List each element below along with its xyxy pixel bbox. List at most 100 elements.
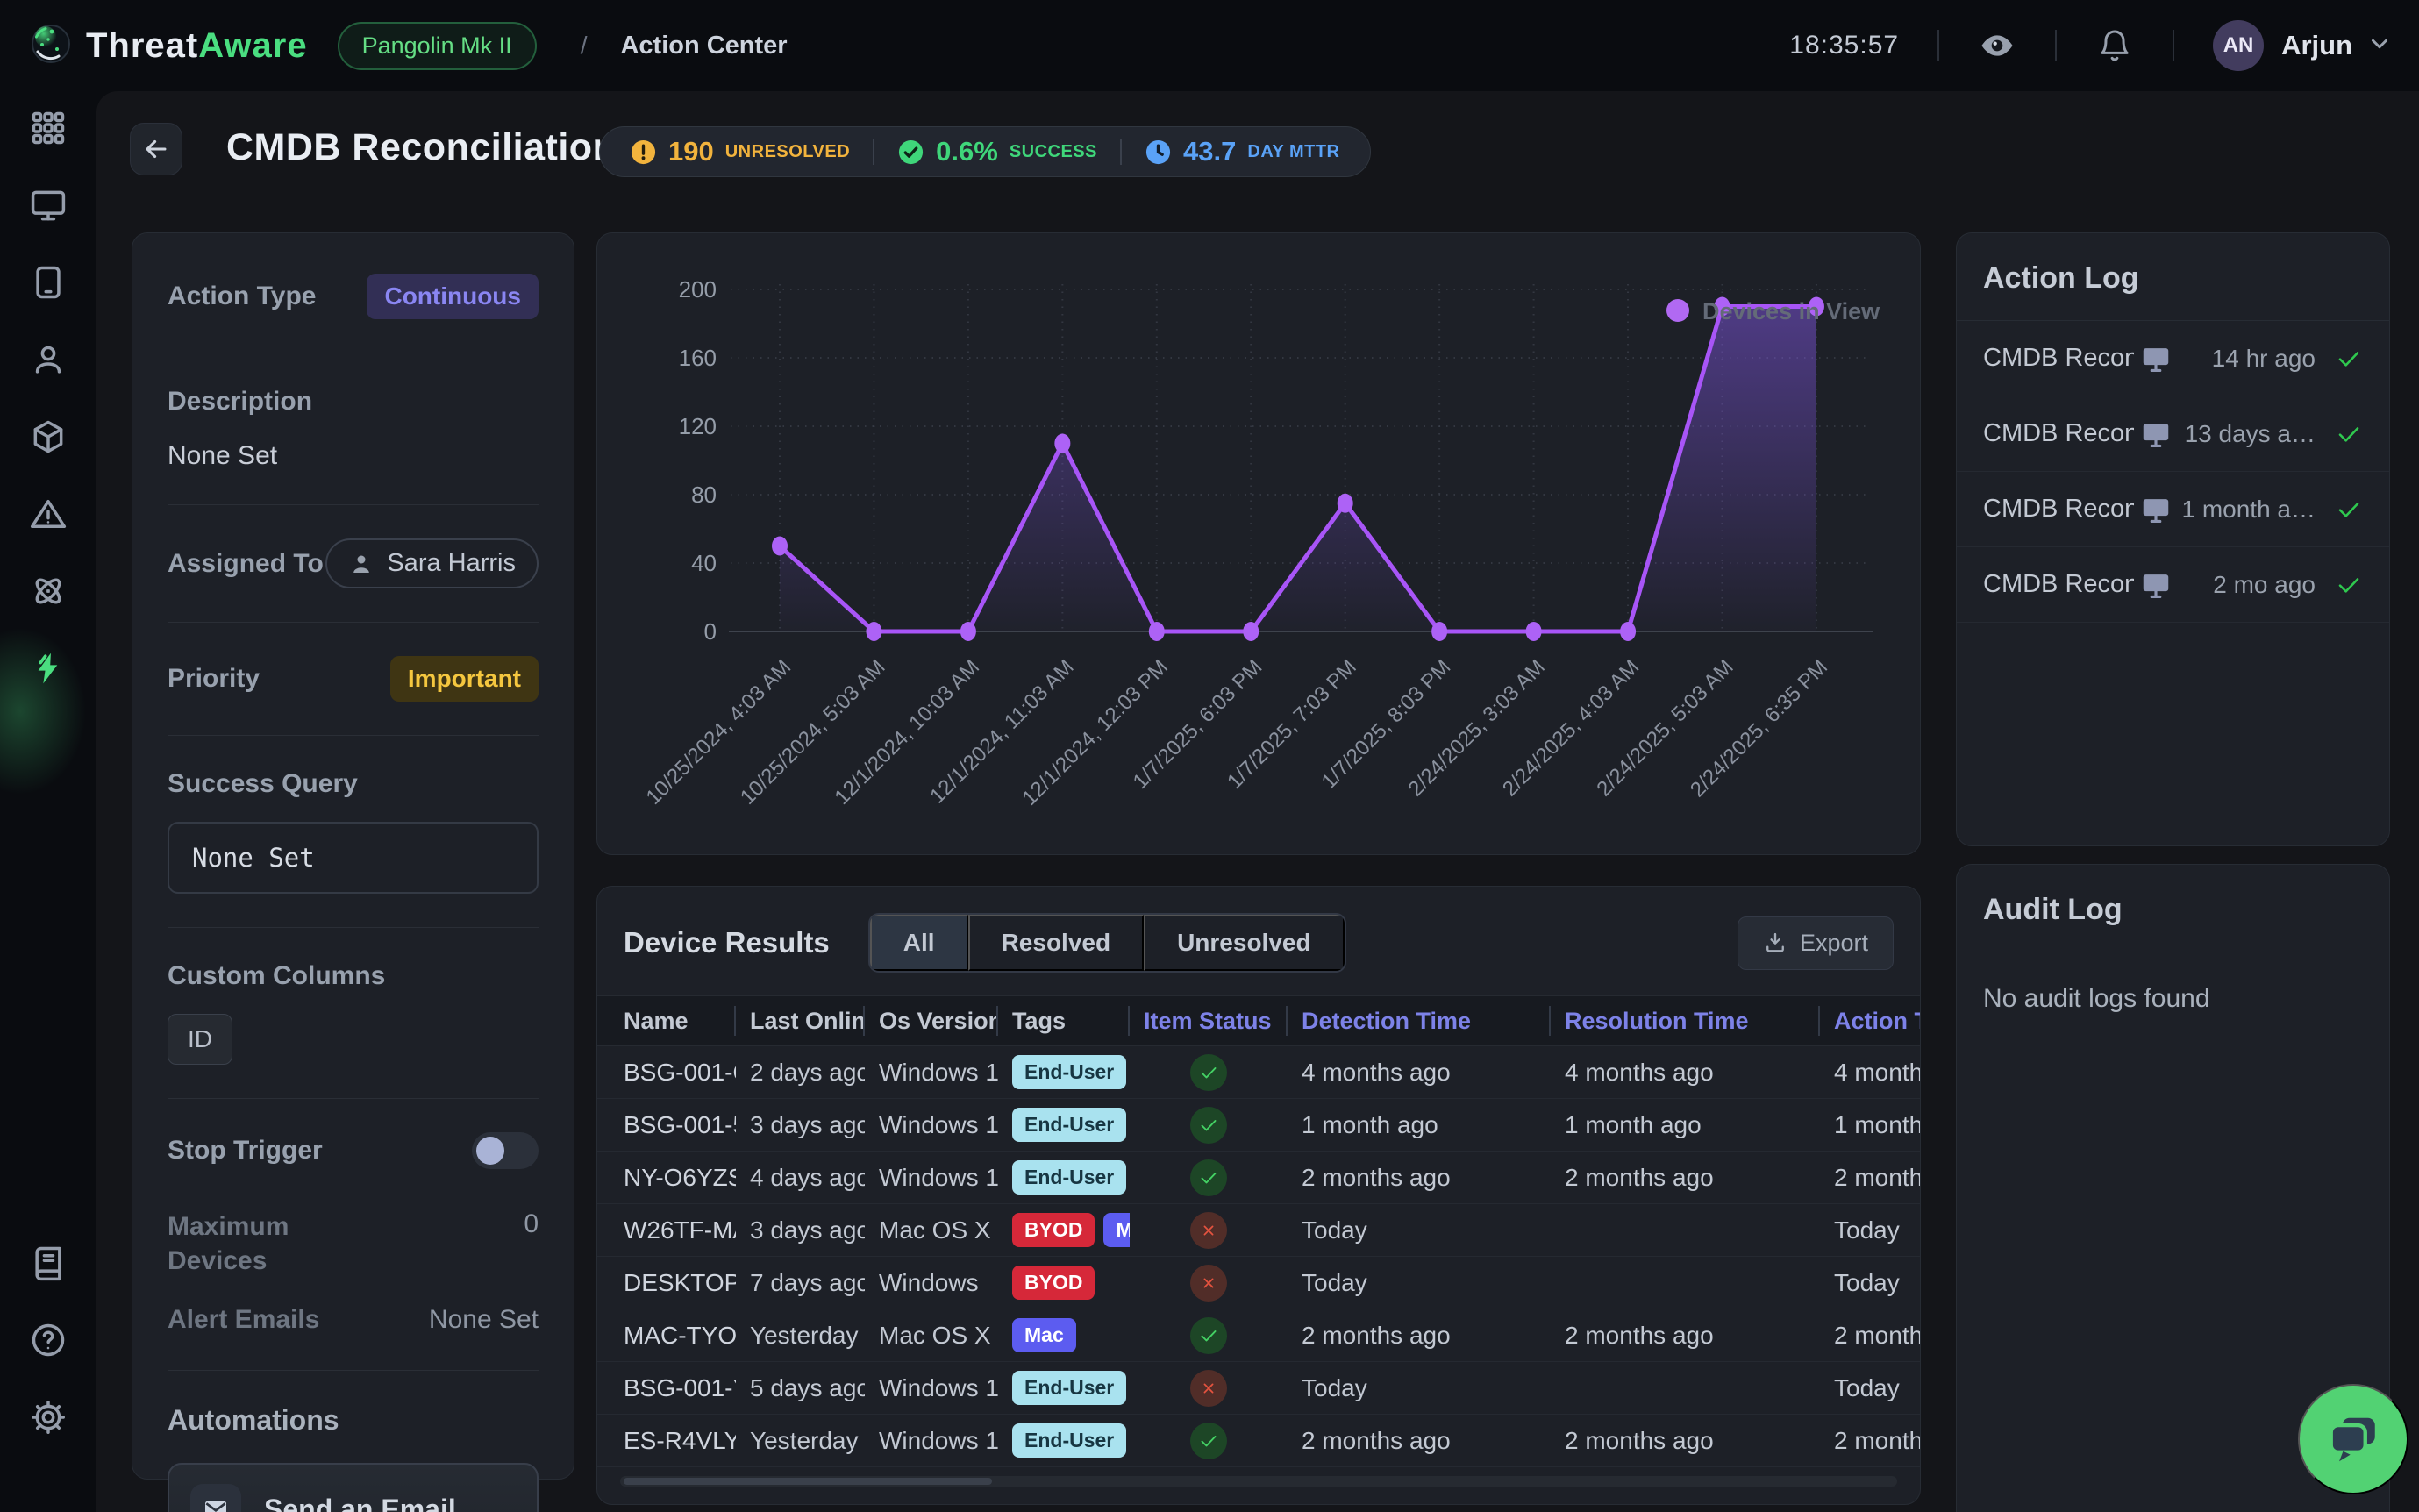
success-query-input[interactable]: None Set [168,822,539,894]
action-log-entry[interactable]: CMDB Recon…14 hr ago [1957,321,2389,396]
tag-byod: BYOD [1012,1213,1095,1247]
action-log-card: Action Log CMDB Recon…14 hr agoCMDB Reco… [1956,232,2390,846]
sidebar-item-assets cube-icon[interactable] [29,417,68,456]
cell-os-version: Windows 11 [865,1164,998,1192]
sidebar [0,91,96,1512]
table-row[interactable]: DESKTOP-S7 days agoWindowsBYODTodayToday [597,1257,1920,1309]
log-entry-name: CMDB Recon… [1983,419,2134,448]
monitor-icon [2139,568,2173,602]
divider [2055,30,2057,61]
devices-chart-card: 0408012016020010/25/2024, 4:03 AM10/25/2… [596,232,1921,855]
tag-end-user: End-User [1012,1160,1126,1195]
tag-end-user: End-User [1012,1108,1126,1142]
cell-os-version: Windows [865,1269,998,1297]
sidebar-item-help help-icon[interactable] [29,1321,68,1359]
cell-last-online: Yesterday [736,1322,865,1350]
cell-last-online: 4 days ago [736,1164,865,1192]
table-row[interactable]: ES-R4VLYYesterdayWindows 11End-User2 mon… [597,1415,1920,1467]
stop-trigger-toggle[interactable] [472,1132,539,1169]
table-row[interactable]: BSG-001-Q62 days agoWindows 10End-User4 … [597,1046,1920,1099]
tab-resolved[interactable]: Resolved [968,915,1145,971]
success-check-icon [2335,496,2363,524]
log-entry-name: CMDB Recon… [1983,570,2134,599]
sidebar-item-users person-icon[interactable] [29,340,68,379]
export-button[interactable]: Export [1738,916,1894,970]
stat-unresolved: 190UNRESOLVED [630,136,850,168]
cell-os-version: Mac OS X 10 [865,1322,998,1350]
action-log-entry[interactable]: CMDB Recon…1 month a… [1957,472,2389,547]
divider [1120,139,1122,165]
username: Arjun [2281,30,2352,61]
table-row[interactable]: BSG-001-Y75 days agoWindows 11End-UserTo… [597,1362,1920,1415]
column-header-name[interactable]: Name [624,1006,736,1036]
custom-column-chip[interactable]: ID [168,1014,232,1065]
scrollbar-thumb[interactable] [624,1478,992,1485]
cell-tags: End-User [998,1371,1130,1405]
status-unresolved-icon [1190,1212,1227,1249]
sidebar-item-mobile tablet-icon[interactable] [29,263,68,302]
status-resolved-icon [1190,1423,1227,1459]
cell-detection-time: 4 months ago [1288,1059,1551,1087]
cell-item-status [1130,1107,1288,1144]
tag-mac: Mac [1012,1318,1076,1352]
log-entry-name: CMDB Recon… [1983,495,2134,524]
cell-last-online: 3 days ago [736,1216,865,1245]
send-email-button[interactable]: Send an Email [168,1463,539,1512]
chevron-down-icon[interactable] [2366,31,2393,61]
breadcrumb[interactable]: Action Center [620,32,787,61]
chat-widget-button[interactable] [2298,1384,2408,1494]
avatar[interactable]: AN [2213,20,2264,71]
cell-detection-time: 2 months ago [1288,1322,1551,1350]
sidebar-item-integrations atom-icon[interactable] [29,572,68,610]
brand-logo[interactable]: ThreatAware [30,23,308,69]
cell-last-online: 5 days ago [736,1374,865,1402]
cell-action-time: 2 months ago [1820,1164,1920,1192]
action-log-entry[interactable]: CMDB Recon…2 mo ago [1957,547,2389,623]
cell-action-time: Today [1820,1374,1920,1402]
main-content: CMDB Reconciliation 190UNRESOLVED0.6%SUC… [96,91,2419,1512]
stats-summary: 190UNRESOLVED0.6%SUCCESS43.7DAY MTTR [599,126,1371,177]
cell-detection-time: Today [1288,1216,1551,1245]
column-header-last-online[interactable]: Last Online [736,1006,865,1036]
column-header-action-time[interactable]: Action Time [1820,1006,1920,1036]
sidebar-item-devices monitor-icon[interactable] [29,186,68,225]
cell-os-version: Mac OS X [865,1216,998,1245]
cell-name: ES-R4VLY [624,1427,736,1455]
eye-icon[interactable] [1978,26,2016,65]
table-row[interactable]: NY-O6YZS4 days agoWindows 11 End-User 2 mo… [597,1152,1920,1204]
cell-name: MAC-TYOHI [624,1322,736,1350]
column-header-item-status[interactable]: Item Status [1130,1006,1288,1036]
table-row[interactable]: BSG-001-5C3 days agoWindows 10End-User1 … [597,1099,1920,1152]
action-log-entry[interactable]: CMDB Recon…13 days a… [1957,396,2389,472]
column-header-resolution-time[interactable]: Resolution Time [1551,1006,1820,1036]
table-row[interactable]: W26TF-MAC3 days agoMac OS XBYODMacTodayT… [597,1204,1920,1257]
back-button[interactable] [130,123,182,175]
sidebar-item-actions bolt-icon[interactable] [29,649,68,688]
sidebar-item-alerts warning-icon[interactable] [29,495,68,533]
table-row[interactable]: MAC-TYOHIYesterdayMac OS X 10 Mac 2 months… [597,1309,1920,1362]
cell-action-time: Today [1820,1269,1920,1297]
cell-tags: BYOD [998,1266,1130,1300]
sidebar-item-docs book-icon[interactable] [29,1244,68,1282]
cell-os-version: Windows 11 [865,1427,998,1455]
svg-text:80: 80 [691,481,717,508]
tab-all[interactable]: All [870,915,968,971]
cell-detection-time: 2 months ago [1288,1164,1551,1192]
cell-name: NY-O6YZS [624,1164,736,1192]
bell-icon[interactable] [2095,26,2134,65]
stat-success: 0.6%SUCCESS [897,136,1097,168]
environment-badge[interactable]: Pangolin Mk II [338,22,537,70]
column-header-os-version[interactable]: Os Version [865,1006,998,1036]
horizontal-scrollbar[interactable] [620,1476,1897,1487]
column-header-detection-time[interactable]: Detection Time [1288,1006,1551,1036]
tab-unresolved[interactable]: Unresolved [1144,915,1345,971]
column-header-tags[interactable]: Tags [998,1006,1130,1036]
mail-icon [190,1484,241,1512]
chat-bubbles-icon [2324,1410,2382,1468]
sidebar-item-settings gear-icon[interactable] [29,1398,68,1437]
cell-os-version: Windows 11 [865,1374,998,1402]
sidebar-item-apps grid-icon[interactable] [29,109,68,147]
svg-text:160: 160 [679,345,717,371]
cell-tags: End-User [998,1423,1130,1458]
assignee-pill[interactable]: Sara Harris [325,538,539,588]
